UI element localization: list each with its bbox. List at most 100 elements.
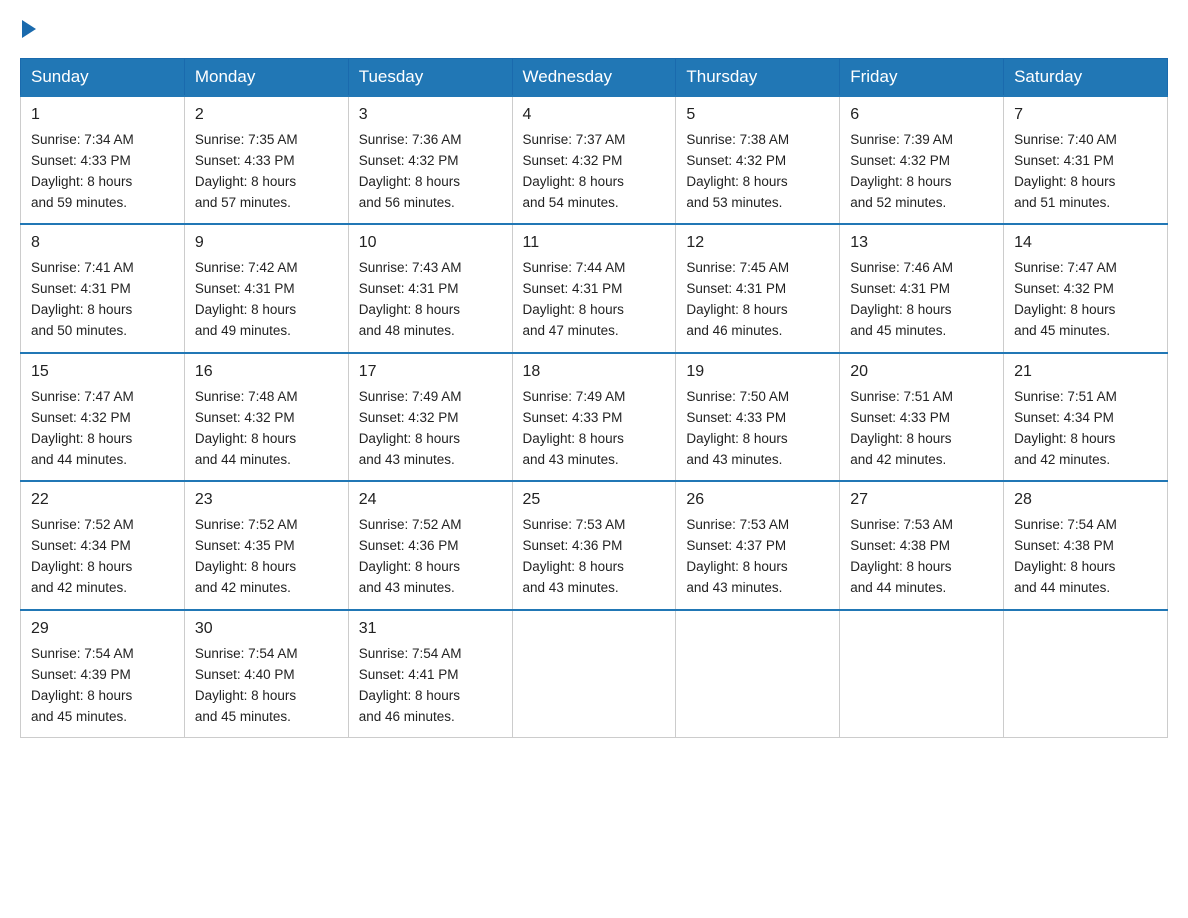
col-header-friday: Friday	[840, 59, 1004, 97]
day-number: 6	[850, 103, 993, 128]
day-info: Sunrise: 7:54 AMSunset: 4:39 PMDaylight:…	[31, 646, 134, 724]
day-info: Sunrise: 7:45 AMSunset: 4:31 PMDaylight:…	[686, 260, 789, 338]
col-header-saturday: Saturday	[1004, 59, 1168, 97]
day-number: 2	[195, 103, 338, 128]
calendar-cell: 2 Sunrise: 7:35 AMSunset: 4:33 PMDaylight…	[184, 96, 348, 224]
col-header-sunday: Sunday	[21, 59, 185, 97]
day-info: Sunrise: 7:53 AMSunset: 4:37 PMDaylight:…	[686, 517, 789, 595]
calendar-cell: 30 Sunrise: 7:54 AMSunset: 4:40 PMDayligh…	[184, 610, 348, 738]
day-info: Sunrise: 7:51 AMSunset: 4:33 PMDaylight:…	[850, 389, 953, 467]
calendar-cell	[676, 610, 840, 738]
day-number: 29	[31, 617, 174, 642]
calendar-cell: 19 Sunrise: 7:50 AMSunset: 4:33 PMDayligh…	[676, 353, 840, 481]
day-number: 25	[523, 488, 666, 513]
day-number: 17	[359, 360, 502, 385]
calendar-cell: 4Sunrise: 7:37 AMSunset: 4:32 PMDaylight…	[512, 96, 676, 224]
day-number: 21	[1014, 360, 1157, 385]
calendar-cell: 16 Sunrise: 7:48 AMSunset: 4:32 PMDayligh…	[184, 353, 348, 481]
day-number: 24	[359, 488, 502, 513]
calendar-cell: 31 Sunrise: 7:54 AMSunset: 4:41 PMDayligh…	[348, 610, 512, 738]
day-info: Sunrise: 7:54 AMSunset: 4:38 PMDaylight:…	[1014, 517, 1117, 595]
day-info: Sunrise: 7:47 AMSunset: 4:32 PMDaylight:…	[31, 389, 134, 467]
calendar-cell	[512, 610, 676, 738]
day-number: 22	[31, 488, 174, 513]
day-number: 19	[686, 360, 829, 385]
calendar-cell: 21 Sunrise: 7:51 AMSunset: 4:34 PMDayligh…	[1004, 353, 1168, 481]
day-info: Sunrise: 7:42 AMSunset: 4:31 PMDaylight:…	[195, 260, 298, 338]
day-number: 14	[1014, 231, 1157, 256]
calendar-cell: 26 Sunrise: 7:53 AMSunset: 4:37 PMDayligh…	[676, 481, 840, 609]
day-info: Sunrise: 7:48 AMSunset: 4:32 PMDaylight:…	[195, 389, 298, 467]
day-info: Sunrise: 7:49 AMSunset: 4:33 PMDaylight:…	[523, 389, 626, 467]
day-number: 20	[850, 360, 993, 385]
day-number: 3	[359, 103, 502, 128]
calendar-cell: 22 Sunrise: 7:52 AMSunset: 4:34 PMDayligh…	[21, 481, 185, 609]
day-info: Sunrise: 7:44 AMSunset: 4:31 PMDaylight:…	[523, 260, 626, 338]
day-info: Sunrise: 7:54 AMSunset: 4:40 PMDaylight:…	[195, 646, 298, 724]
day-info: Sunrise: 7:43 AMSunset: 4:31 PMDaylight:…	[359, 260, 462, 338]
calendar-cell: 7Sunrise: 7:40 AMSunset: 4:31 PMDaylight…	[1004, 96, 1168, 224]
day-info: Sunrise: 7:36 AMSunset: 4:32 PMDaylight:…	[359, 132, 462, 210]
calendar-cell: 29 Sunrise: 7:54 AMSunset: 4:39 PMDayligh…	[21, 610, 185, 738]
day-info: Sunrise: 7:52 AMSunset: 4:36 PMDaylight:…	[359, 517, 462, 595]
calendar-cell: 1Sunrise: 7:34 AMSunset: 4:33 PMDaylight…	[21, 96, 185, 224]
col-header-monday: Monday	[184, 59, 348, 97]
calendar-cell: 15 Sunrise: 7:47 AMSunset: 4:32 PMDayligh…	[21, 353, 185, 481]
calendar-cell: 12 Sunrise: 7:45 AMSunset: 4:31 PMDayligh…	[676, 224, 840, 352]
day-number: 28	[1014, 488, 1157, 513]
day-info: Sunrise: 7:37 AMSunset: 4:32 PMDaylight:…	[523, 132, 626, 210]
week-row-5: 29 Sunrise: 7:54 AMSunset: 4:39 PMDayligh…	[21, 610, 1168, 738]
day-number: 15	[31, 360, 174, 385]
calendar-cell: 17 Sunrise: 7:49 AMSunset: 4:32 PMDayligh…	[348, 353, 512, 481]
day-number: 12	[686, 231, 829, 256]
calendar-cell: 14 Sunrise: 7:47 AMSunset: 4:32 PMDayligh…	[1004, 224, 1168, 352]
day-number: 16	[195, 360, 338, 385]
week-row-1: 1Sunrise: 7:34 AMSunset: 4:33 PMDaylight…	[21, 96, 1168, 224]
day-number: 13	[850, 231, 993, 256]
calendar-cell: 25Sunrise: 7:53 AMSunset: 4:36 PMDayligh…	[512, 481, 676, 609]
day-number: 27	[850, 488, 993, 513]
day-info: Sunrise: 7:34 AMSunset: 4:33 PMDaylight:…	[31, 132, 134, 210]
calendar-cell: 24 Sunrise: 7:52 AMSunset: 4:36 PMDayligh…	[348, 481, 512, 609]
week-row-3: 15 Sunrise: 7:47 AMSunset: 4:32 PMDayligh…	[21, 353, 1168, 481]
week-row-2: 8 Sunrise: 7:41 AMSunset: 4:31 PMDaylight…	[21, 224, 1168, 352]
col-header-tuesday: Tuesday	[348, 59, 512, 97]
day-info: Sunrise: 7:51 AMSunset: 4:34 PMDaylight:…	[1014, 389, 1117, 467]
calendar-cell: 3 Sunrise: 7:36 AMSunset: 4:32 PMDaylight…	[348, 96, 512, 224]
day-info: Sunrise: 7:49 AMSunset: 4:32 PMDaylight:…	[359, 389, 462, 467]
calendar-cell: 27 Sunrise: 7:53 AMSunset: 4:38 PMDayligh…	[840, 481, 1004, 609]
day-number: 18	[523, 360, 666, 385]
logo	[20, 20, 38, 38]
calendar-cell	[840, 610, 1004, 738]
calendar-cell: 28 Sunrise: 7:54 AMSunset: 4:38 PMDayligh…	[1004, 481, 1168, 609]
col-header-thursday: Thursday	[676, 59, 840, 97]
day-info: Sunrise: 7:35 AMSunset: 4:33 PMDaylight:…	[195, 132, 298, 210]
day-number: 31	[359, 617, 502, 642]
day-info: Sunrise: 7:50 AMSunset: 4:33 PMDaylight:…	[686, 389, 789, 467]
calendar-cell	[1004, 610, 1168, 738]
calendar-cell: 10Sunrise: 7:43 AMSunset: 4:31 PMDayligh…	[348, 224, 512, 352]
calendar-cell: 8 Sunrise: 7:41 AMSunset: 4:31 PMDaylight…	[21, 224, 185, 352]
day-number: 5	[686, 103, 829, 128]
day-info: Sunrise: 7:46 AMSunset: 4:31 PMDaylight:…	[850, 260, 953, 338]
day-number: 26	[686, 488, 829, 513]
header-row: SundayMondayTuesdayWednesdayThursdayFrid…	[21, 59, 1168, 97]
day-info: Sunrise: 7:39 AMSunset: 4:32 PMDaylight:…	[850, 132, 953, 210]
page-header	[20, 20, 1168, 38]
day-number: 30	[195, 617, 338, 642]
day-info: Sunrise: 7:54 AMSunset: 4:41 PMDaylight:…	[359, 646, 462, 724]
calendar-cell: 20 Sunrise: 7:51 AMSunset: 4:33 PMDayligh…	[840, 353, 1004, 481]
calendar-cell: 6 Sunrise: 7:39 AMSunset: 4:32 PMDaylight…	[840, 96, 1004, 224]
day-number: 7	[1014, 103, 1157, 128]
calendar-table: SundayMondayTuesdayWednesdayThursdayFrid…	[20, 58, 1168, 738]
day-info: Sunrise: 7:53 AMSunset: 4:38 PMDaylight:…	[850, 517, 953, 595]
day-info: Sunrise: 7:38 AMSunset: 4:32 PMDaylight:…	[686, 132, 789, 210]
day-info: Sunrise: 7:52 AMSunset: 4:35 PMDaylight:…	[195, 517, 298, 595]
day-number: 8	[31, 231, 174, 256]
logo-arrow-icon	[22, 20, 36, 38]
day-info: Sunrise: 7:52 AMSunset: 4:34 PMDaylight:…	[31, 517, 134, 595]
calendar-cell: 11Sunrise: 7:44 AMSunset: 4:31 PMDayligh…	[512, 224, 676, 352]
day-info: Sunrise: 7:47 AMSunset: 4:32 PMDaylight:…	[1014, 260, 1117, 338]
day-info: Sunrise: 7:41 AMSunset: 4:31 PMDaylight:…	[31, 260, 134, 338]
calendar-cell: 9Sunrise: 7:42 AMSunset: 4:31 PMDaylight…	[184, 224, 348, 352]
